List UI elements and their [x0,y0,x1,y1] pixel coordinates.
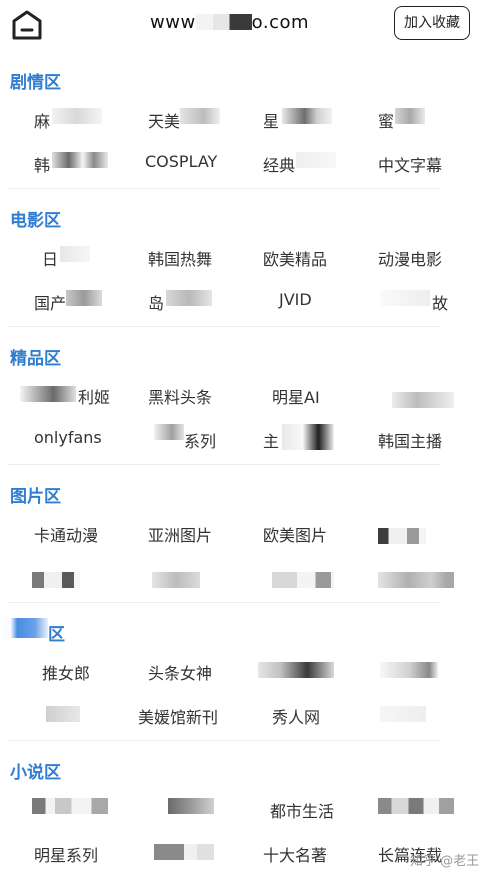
redaction-mask [378,528,426,544]
divider [8,464,440,465]
category-link[interactable]: 秀人网 [272,704,320,728]
redaction-mask [4,618,48,638]
category-link[interactable]: 推女郎 [42,660,90,684]
redaction-mask [20,386,76,402]
redaction-mask [52,108,102,124]
category-link[interactable]: 利姬 [78,384,110,408]
category-link[interactable]: 中文字幕 [378,152,442,176]
url-suffix: o.com [251,12,310,33]
category-link[interactable]: 日 [42,246,58,270]
redaction-mask [380,290,430,306]
category-link[interactable]: 十大名著 [263,842,327,866]
section-title: 小说区 [10,763,61,783]
category-link[interactable]: 岛 [148,290,164,314]
redaction-mask [154,424,184,440]
category-link[interactable]: 明星AI [272,384,320,408]
category-link[interactable]: 明星系列 [34,842,98,866]
divider [8,602,440,603]
redaction-mask [392,392,454,408]
category-link[interactable]: 主 [263,428,279,452]
category-link[interactable]: 星 [263,108,279,132]
category-link[interactable]: 欧美图片 [263,522,327,546]
section-title: 精品区 [10,349,61,369]
category-link[interactable]: 亚洲图片 [148,522,212,546]
top-bar: www o.com 加入收藏 [0,0,500,50]
category-link[interactable]: 麻 [34,108,50,132]
redaction-mask [395,108,425,124]
redaction-mask [378,572,454,588]
redaction-mask [282,108,332,124]
redaction-mask [32,798,108,814]
divider [8,326,440,327]
redaction-mask [52,152,108,168]
redaction-mask [258,662,334,678]
section-title: 图片区 [10,487,61,507]
redaction-mask [60,246,90,262]
category-link[interactable]: 头条女神 [148,660,212,684]
redaction-mask [378,798,454,814]
category-link[interactable]: 韩国主播 [378,428,442,452]
site-url: www o.com [150,12,309,33]
redaction-mask [32,572,80,588]
category-link[interactable]: 经典 [263,152,295,176]
redaction-mask [380,662,438,678]
redaction-mask [272,572,334,588]
category-link[interactable]: 欧美精品 [263,246,327,270]
category-link[interactable]: 蜜 [378,108,394,132]
divider [8,740,440,741]
category-link[interactable]: 国产 [34,290,66,314]
redaction-mask [46,706,80,722]
category-link[interactable]: 系列 [184,428,216,452]
category-link[interactable]: 美媛馆新刊 [138,704,218,728]
watermark: 知乎 @老王 [410,854,480,869]
category-link[interactable]: 天美 [148,108,180,132]
category-link[interactable]: 韩国热舞 [148,246,212,270]
redaction-mask [380,706,426,722]
category-link[interactable]: onlyfans [34,428,102,447]
add-favorite-button[interactable]: 加入收藏 [394,6,470,40]
redaction-mask [66,290,102,306]
category-link[interactable]: 韩 [34,152,50,176]
redaction-mask [152,572,200,588]
section-title: 剧情区 [10,73,61,93]
section-title: 电影区 [10,211,61,231]
redaction-mask [168,798,214,814]
section-title: 区 [48,625,65,645]
category-link[interactable]: JVID [279,290,312,309]
category-link[interactable]: 动漫电影 [378,246,442,270]
redaction-mask [180,108,220,124]
home-icon[interactable] [10,8,44,42]
redaction-mask [195,14,252,30]
category-link[interactable]: 故 [432,290,448,314]
redaction-mask [282,424,334,450]
url-prefix: www [150,12,196,33]
category-link[interactable]: COSPLAY [145,152,217,171]
category-link[interactable]: 都市生活 [270,798,334,822]
redaction-mask [296,152,336,168]
redaction-mask [154,844,214,860]
divider [8,188,440,189]
redaction-mask [166,290,212,306]
category-link[interactable]: 黑料头条 [148,384,212,408]
category-link[interactable]: 卡通动漫 [34,522,98,546]
